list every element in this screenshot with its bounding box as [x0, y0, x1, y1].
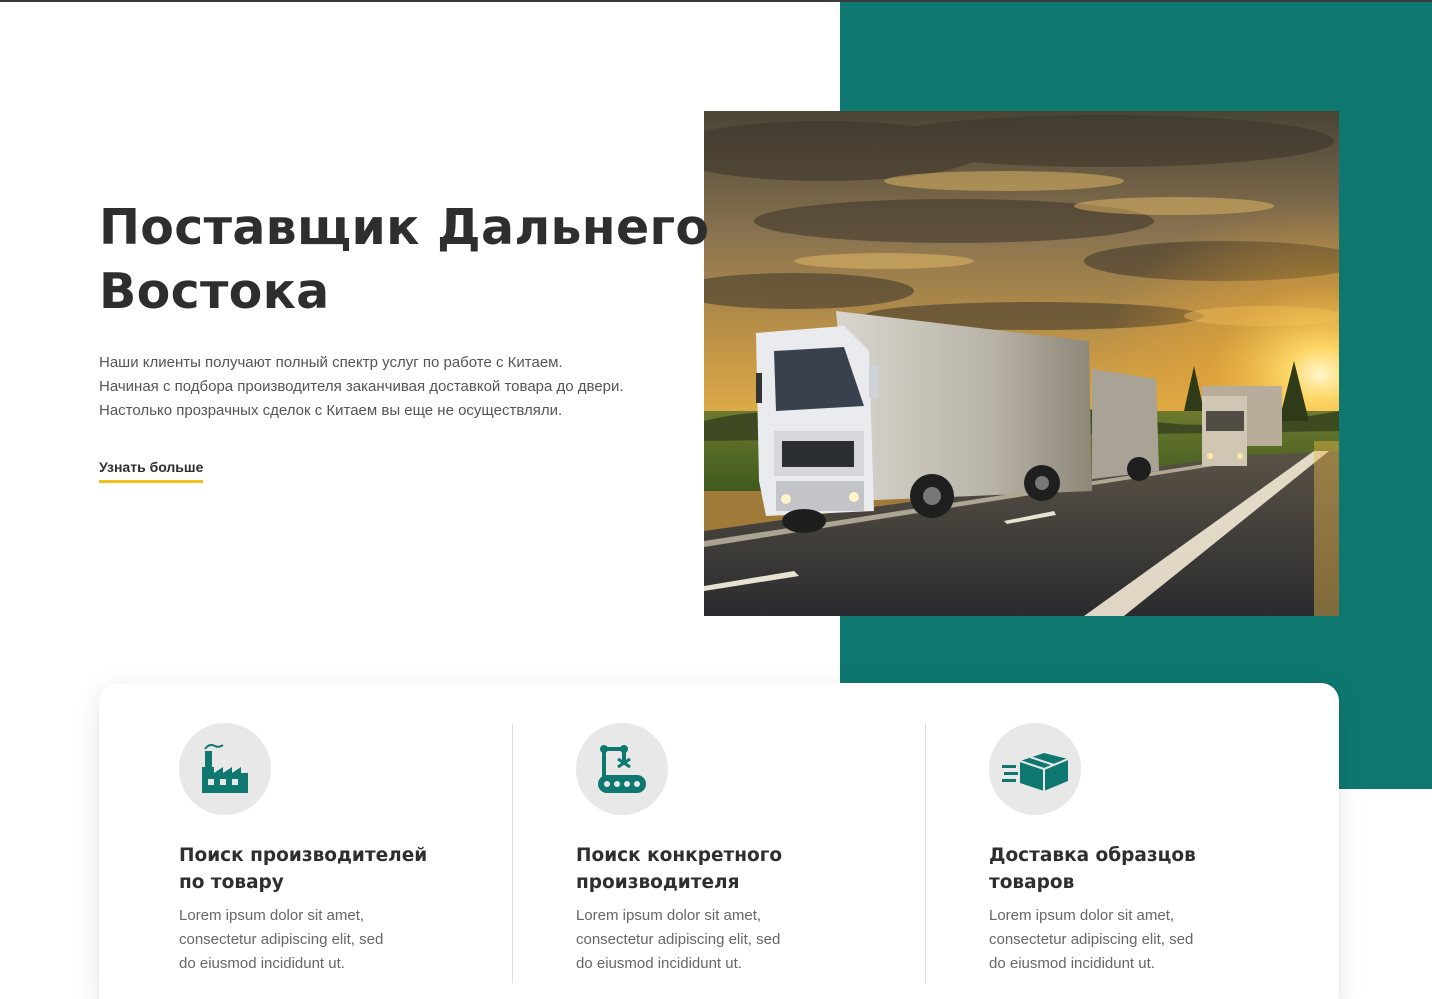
services-card: Поиск производителей по товару Lorem ips…	[99, 683, 1339, 999]
service-description-line: Lorem ipsum dolor sit amet,	[989, 907, 1175, 924]
hero-photo	[704, 111, 1339, 616]
service-description-line: consectetur adipiscing elit, sed	[576, 931, 781, 948]
service-description-line: Lorem ipsum dolor sit amet,	[179, 907, 365, 924]
hero-description-line: Начиная с подбора производителя заканчив…	[99, 378, 624, 395]
service-description: Lorem ipsum dolor sit amet, consectetur …	[989, 904, 1289, 976]
column-divider	[512, 723, 513, 983]
hero-description-line: Наши клиенты получают полный спектр услу…	[99, 354, 563, 371]
service-description-line: do eiusmod incididunt ut.	[576, 955, 742, 972]
service-item-manufacturer-search: Поиск производителей по товару Lorem ips…	[179, 723, 479, 976]
service-description-line: Lorem ipsum dolor sit amet,	[576, 907, 762, 924]
factory-icon	[202, 744, 248, 793]
service-item-specific-manufacturer: Поиск конкретного производителя Lorem ip…	[576, 723, 876, 976]
trucks-on-highway-sunset-photo	[704, 111, 1339, 616]
service-description: Lorem ipsum dolor sit amet, consectetur …	[576, 904, 876, 976]
service-title-line: Поиск производителей	[179, 845, 428, 866]
hero-title-line1: Поставщик Дальнего	[99, 199, 710, 256]
service-icon-circle	[576, 723, 668, 815]
service-icon-circle	[179, 723, 271, 815]
service-title-line: Поиск конкретного	[576, 845, 783, 866]
service-title-line: Доставка образцов	[989, 845, 1196, 866]
learn-more-link[interactable]: Узнать больше	[99, 459, 204, 483]
conveyor-robot-icon	[598, 745, 646, 793]
service-title: Доставка образцов товаров	[989, 842, 1289, 896]
service-item-sample-delivery: Доставка образцов товаров Lorem ipsum do…	[989, 723, 1289, 976]
service-description-line: do eiusmod incididunt ut.	[989, 955, 1155, 972]
service-description-line: consectetur adipiscing elit, sed	[179, 931, 384, 948]
service-description-line: consectetur adipiscing elit, sed	[989, 931, 1194, 948]
service-title: Поиск конкретного производителя	[576, 842, 876, 896]
hero-title: Поставщик Дальнего Востока	[99, 196, 710, 324]
page: Поставщик Дальнего Востока Наши клиенты …	[0, 0, 1432, 999]
service-title-line: по товару	[179, 872, 284, 893]
service-title-line: товаров	[989, 872, 1075, 893]
fast-delivery-box-icon	[1002, 753, 1068, 791]
service-description-line: do eiusmod incididunt ut.	[179, 955, 345, 972]
service-title: Поиск производителей по товару	[179, 842, 479, 896]
service-description: Lorem ipsum dolor sit amet, consectetur …	[179, 904, 479, 976]
hero-title-line2: Востока	[99, 263, 330, 320]
hero-description-line: Настолько прозрачных сделок с Китаем вы …	[99, 402, 563, 419]
column-divider	[925, 723, 926, 983]
service-icon-circle	[989, 723, 1081, 815]
hero-description: Наши клиенты получают полный спектр услу…	[99, 351, 659, 423]
service-title-line: производителя	[576, 872, 740, 893]
